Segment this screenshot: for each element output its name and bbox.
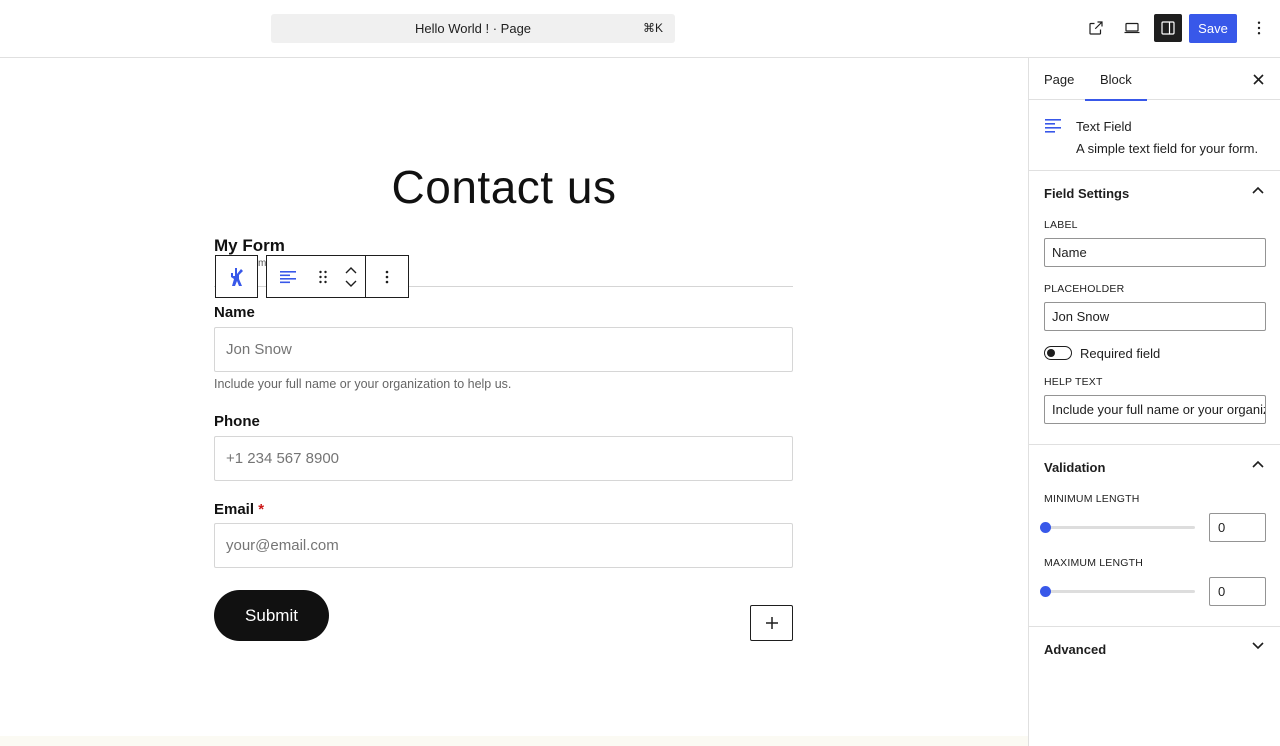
move-block-controls[interactable] xyxy=(337,256,365,297)
select-parent-block-button[interactable] xyxy=(215,255,258,298)
toggle-knob xyxy=(1047,349,1055,357)
phone-field-label: Phone xyxy=(214,413,260,430)
name-field-help: Include your full name or your organizat… xyxy=(214,377,512,391)
block-tools-group xyxy=(266,255,409,298)
name-field-label: Name xyxy=(214,304,255,321)
validation-title: Validation xyxy=(1044,460,1106,475)
close-sidebar-button[interactable] xyxy=(1250,71,1266,87)
more-vertical-icon xyxy=(385,270,389,283)
chevron-up-icon[interactable] xyxy=(345,266,357,274)
editor-header: Hello World ! · Page ⌘K Save xyxy=(0,0,1280,58)
chevron-up-icon xyxy=(1252,186,1264,194)
label-input[interactable]: Name xyxy=(1044,238,1266,267)
required-asterisk: * xyxy=(258,501,265,518)
help-text-caption: HELP TEXT xyxy=(1044,376,1103,388)
email-label-text: Email xyxy=(214,501,255,518)
sidebar-icon xyxy=(1161,21,1175,35)
chevron-down-icon[interactable] xyxy=(345,280,357,287)
document-title: Hello World ! · Page xyxy=(414,21,532,36)
max-length-input[interactable]: 0 xyxy=(1209,577,1266,606)
help-text-input[interactable]: Include your full name or your organizat… xyxy=(1044,395,1266,424)
block-name: Text Field xyxy=(1076,119,1132,134)
close-icon xyxy=(1252,73,1264,85)
chevron-up-icon xyxy=(1252,460,1264,468)
drag-handle[interactable] xyxy=(309,256,337,297)
options-menu-button[interactable] xyxy=(1245,14,1273,42)
field-settings-panel: Field Settings LABEL Name PLACEHOLDER Jo… xyxy=(1029,171,1280,445)
min-length-slider[interactable] xyxy=(1044,526,1195,529)
tab-block[interactable]: Block xyxy=(1085,58,1147,101)
add-block-button[interactable] xyxy=(750,605,793,641)
drag-handle-icon xyxy=(319,270,327,283)
canvas-footer-strip xyxy=(0,736,1028,746)
placeholder-input[interactable]: Jon Snow xyxy=(1044,302,1266,331)
advanced-header[interactable]: Advanced xyxy=(1029,627,1280,671)
phone-field-input[interactable]: +1 234 567 8900 xyxy=(214,436,793,481)
block-options-button[interactable] xyxy=(366,256,408,297)
email-field-label: Email * xyxy=(214,501,264,518)
placeholder-caption: PLACEHOLDER xyxy=(1044,283,1125,295)
block-description: A simple text field for your form. xyxy=(1076,141,1259,156)
max-length-slider[interactable] xyxy=(1044,590,1195,593)
text-align-left-icon xyxy=(1045,119,1061,133)
tab-page[interactable]: Page xyxy=(1029,58,1089,100)
more-vertical-icon xyxy=(1257,21,1261,35)
required-toggle-label: Required field xyxy=(1080,346,1161,361)
max-length-caption: MAXIMUM LENGTH xyxy=(1044,557,1144,569)
min-length-slider-thumb[interactable] xyxy=(1040,522,1051,533)
advanced-panel: Advanced xyxy=(1029,627,1280,671)
preview-device-button[interactable] xyxy=(1118,14,1146,42)
text-align-left-icon xyxy=(280,270,296,283)
form-title[interactable]: My Form xyxy=(214,236,285,256)
external-link-icon xyxy=(1089,21,1103,35)
min-length-input[interactable]: 0 xyxy=(1209,513,1266,542)
settings-sidebar: Page Block Text Field A simple text fiel… xyxy=(1028,58,1280,746)
shortcut-hint: ⌘K xyxy=(642,21,663,35)
editor-canvas[interactable]: Contact us My Form m Name Jon Snow Inclu… xyxy=(0,58,1028,746)
laptop-icon xyxy=(1124,22,1140,34)
block-toolbar xyxy=(215,255,409,298)
validation-panel: Validation MINIMUM LENGTH 0 MAXIMUM LENG… xyxy=(1029,445,1280,627)
sidebar-tabs: Page Block xyxy=(1029,58,1280,101)
required-toggle[interactable] xyxy=(1044,346,1072,360)
name-field-input[interactable]: Jon Snow xyxy=(214,327,793,372)
validation-header[interactable]: Validation xyxy=(1029,445,1280,489)
form-block-icon xyxy=(230,267,243,286)
submit-button[interactable]: Submit xyxy=(214,590,329,641)
save-button[interactable]: Save xyxy=(1189,14,1237,43)
block-type-button[interactable] xyxy=(267,256,309,297)
command-palette-bar[interactable]: Hello World ! · Page ⌘K xyxy=(271,14,675,43)
max-length-slider-thumb[interactable] xyxy=(1040,586,1051,597)
label-caption: LABEL xyxy=(1044,219,1078,231)
advanced-title: Advanced xyxy=(1044,642,1107,657)
view-page-button[interactable] xyxy=(1082,14,1110,42)
min-length-caption: MINIMUM LENGTH xyxy=(1044,493,1140,505)
field-settings-title: Field Settings xyxy=(1044,186,1130,201)
field-settings-header[interactable]: Field Settings xyxy=(1029,171,1280,215)
email-field-input[interactable]: your@email.com xyxy=(214,523,793,568)
settings-toggle-button[interactable] xyxy=(1154,14,1182,42)
page-title[interactable]: Contact us xyxy=(0,160,1008,214)
chevron-down-icon xyxy=(1252,642,1264,650)
plus-icon xyxy=(765,617,778,629)
block-card: Text Field A simple text field for your … xyxy=(1029,100,1280,171)
